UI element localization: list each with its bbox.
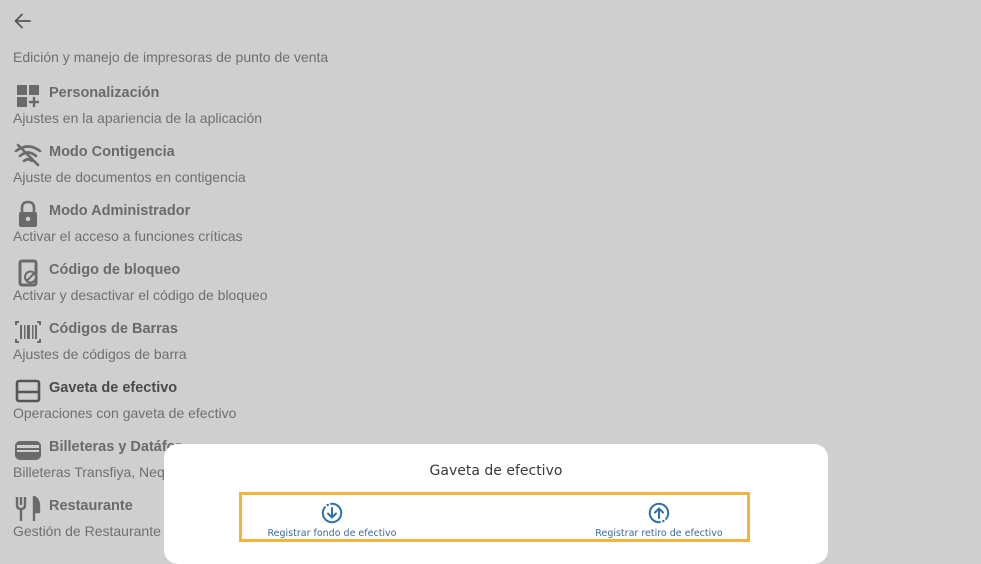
register-cash-fund-button[interactable]: Registrar fondo de efectivo	[247, 501, 417, 541]
settings-item-title: Restaurante	[49, 498, 133, 514]
settings-item-title: Códigos de Barras	[49, 321, 178, 337]
settings-item-description: Activar y desactivar el código de bloque…	[13, 287, 268, 303]
restaurant-icon	[13, 495, 43, 523]
actions-highlight-box: Registrar fondo de efectivo Registrar re…	[239, 492, 750, 542]
settings-item-codigos-de-barras[interactable]: Códigos de Barras Ajustes de códigos de …	[0, 316, 981, 372]
settings-item-modo-contigencia[interactable]: Modo Contigencia Ajuste de documentos en…	[0, 139, 981, 195]
settings-item-title: Modo Contigencia	[49, 144, 175, 160]
action-label: Registrar retiro de efectivo	[595, 528, 723, 539]
sheet-title: Gaveta de efectivo	[429, 463, 563, 479]
settings-item-description: Ajustes en la apariencia de la aplicació…	[13, 110, 263, 126]
settings-item-description: Gestión de Restaurante	[13, 523, 161, 539]
action-label: Registrar fondo de efectivo	[267, 528, 397, 539]
back-button[interactable]	[12, 10, 34, 32]
register-cash-withdrawal-button[interactable]: Registrar retiro de efectivo	[574, 501, 744, 541]
settings-item-title: Billeteras y Datáfor	[49, 439, 182, 455]
settings-item-description: Ajustes de códigos de barra	[13, 346, 187, 362]
settings-item-gaveta-de-efectivo[interactable]: Gaveta de efectivo Operaciones con gavet…	[0, 375, 981, 431]
dashboard-add-icon	[13, 82, 43, 110]
settings-item-description: Activar el acceso a funciones críticas	[13, 228, 243, 244]
settings-item-codigo-de-bloqueo[interactable]: Código de bloqueo Activar y desactivar e…	[0, 257, 981, 313]
settings-item-title: Código de bloqueo	[49, 262, 181, 278]
phone-lock-icon	[13, 259, 43, 287]
settings-item-modo-administrador[interactable]: Modo Administrador Activar el acceso a f…	[0, 198, 981, 254]
settings-item-title: Modo Administrador	[49, 203, 191, 219]
barcode-icon	[13, 318, 43, 346]
cash-drawer-icon	[13, 377, 43, 405]
settings-item-title: Personalización	[49, 85, 160, 101]
settings-item-description: Ajuste de documentos en contigencia	[13, 169, 246, 185]
settings-item-title: Gaveta de efectivo	[49, 380, 178, 396]
previous-item-description: Edición y manejo de impresoras de punto …	[13, 49, 329, 65]
cash-drawer-sheet: Gaveta de efectivo Registrar fondo de ef…	[164, 444, 828, 564]
arrow-left-icon	[14, 13, 31, 29]
settings-item-description: Billeteras Transfiya, Neq	[13, 464, 165, 480]
wallet-icon	[13, 436, 43, 464]
lock-icon	[13, 200, 43, 228]
arrow-down-circle-icon	[321, 502, 343, 524]
settings-item-personalizacion[interactable]: Personalización Ajustes en la apariencia…	[0, 80, 981, 136]
wifi-off-icon	[13, 141, 43, 169]
arrow-up-circle-icon	[648, 502, 670, 524]
settings-item-description: Operaciones con gaveta de efectivo	[13, 405, 237, 421]
